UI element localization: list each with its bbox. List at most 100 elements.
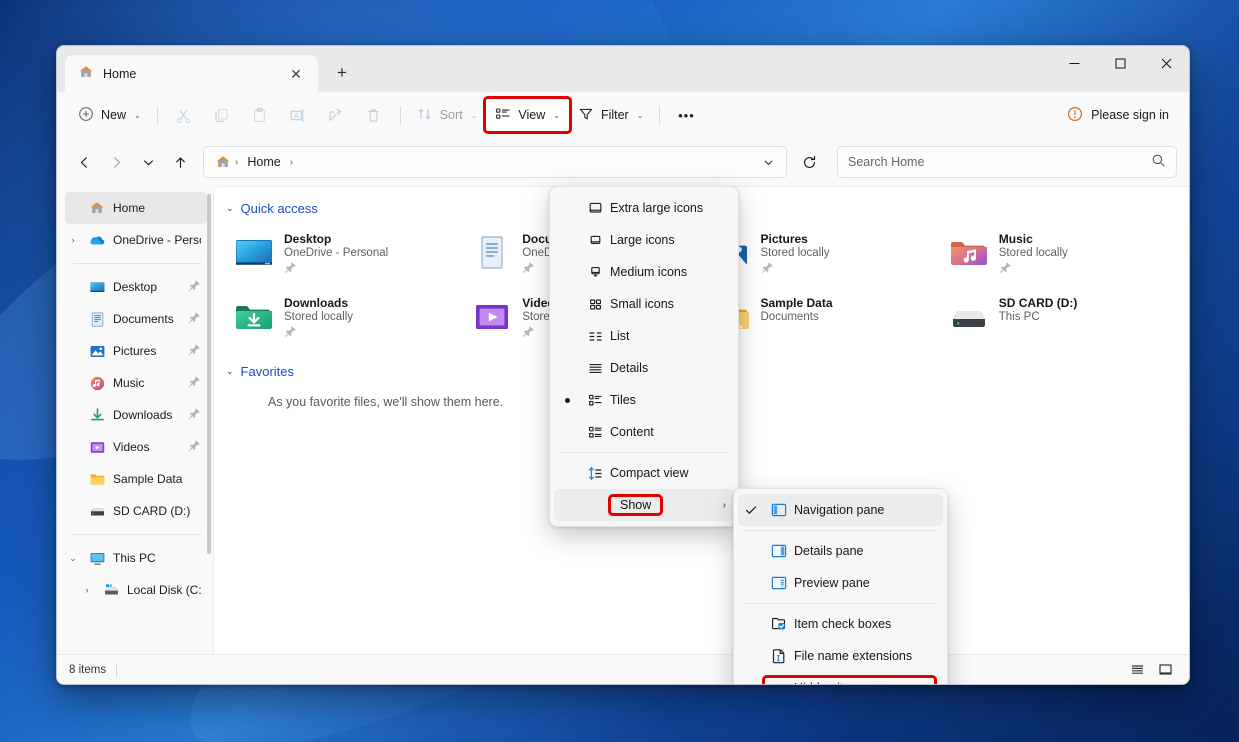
sidebar-item-documents[interactable]: Documents: [65, 303, 207, 335]
show-menu-item-hidden-items[interactable]: Hidden items: [738, 672, 943, 685]
refresh-button[interactable]: [793, 146, 825, 178]
sidebar-item-this-pc[interactable]: ⌄This PC: [65, 542, 207, 574]
view-menu-item-extra-large-icons[interactable]: Extra large icons: [554, 192, 734, 224]
sidebar-scrollbar[interactable]: [207, 194, 211, 554]
file-tile[interactable]: DesktopOneDrive - Personal: [228, 224, 464, 288]
recent-locations-button[interactable]: [133, 147, 163, 177]
view-menu-item-medium-icons[interactable]: Medium icons: [554, 256, 734, 288]
view-menu-item-show[interactable]: Show›: [554, 489, 734, 521]
documents-icon: [88, 311, 106, 328]
desktop-icon: [88, 279, 106, 296]
file-tile[interactable]: DownloadsStored locally: [228, 288, 464, 352]
sidebar-item-pictures[interactable]: Pictures: [65, 335, 207, 367]
copy-button[interactable]: [203, 99, 241, 131]
videos-tile-icon: [472, 295, 512, 337]
item-check-boxes-icon: [764, 615, 794, 633]
sidebar-item-downloads[interactable]: Downloads: [65, 399, 207, 431]
chevron-icon[interactable]: ›: [65, 235, 81, 245]
list-icon: [580, 328, 610, 345]
details-icon: [580, 360, 610, 377]
close-window-button[interactable]: [1143, 46, 1189, 81]
view-menu-item-tiles[interactable]: Tiles: [554, 384, 734, 416]
sidebar-item-sample-data[interactable]: Sample Data: [65, 463, 207, 495]
show-menu-item-preview-pane[interactable]: Preview pane: [738, 567, 943, 599]
show-submenu: Navigation pane Details panePreview pane I…: [733, 488, 948, 685]
new-button-label: New: [101, 108, 126, 122]
show-menu-item-details-pane[interactable]: Details pane: [738, 535, 943, 567]
paste-button[interactable]: [241, 99, 279, 131]
address-bar[interactable]: › Home ›: [203, 146, 787, 178]
filter-button[interactable]: Filter ⌄: [569, 99, 652, 131]
sidebar-item-desktop[interactable]: Desktop: [65, 271, 207, 303]
up-button[interactable]: [165, 147, 195, 177]
tile-name: Sample Data: [761, 296, 833, 310]
tile-subtitle: This PC: [999, 311, 1078, 323]
delete-button[interactable]: [355, 99, 393, 131]
tab-home[interactable]: Home ✕: [65, 55, 318, 92]
address-bar-actions: [754, 149, 782, 175]
view-menu-item-compact-view[interactable]: Compact view: [554, 457, 734, 489]
sign-in-button[interactable]: Please sign in: [1059, 99, 1177, 131]
show-menu-item-file-name-extensions[interactable]: File name extensions: [738, 640, 943, 672]
medium-icons-icon: [580, 264, 610, 281]
title-bar: Home ✕ +: [57, 46, 1189, 92]
sort-button-label: Sort: [440, 108, 463, 122]
file-tile[interactable]: SD CARD (D:)This PC: [943, 288, 1179, 352]
show-menu-item-label: File name extensions: [794, 649, 935, 663]
view-menu-item-list[interactable]: List: [554, 320, 734, 352]
minimize-button[interactable]: [1051, 46, 1097, 81]
back-button[interactable]: [69, 147, 99, 177]
view-menu-item-content[interactable]: Content: [554, 416, 734, 448]
file-tile[interactable]: MusicStored locally: [943, 224, 1179, 288]
sort-button[interactable]: Sort ⌄: [408, 99, 487, 131]
chevron-icon[interactable]: ⌄: [65, 553, 81, 564]
filter-icon: [578, 106, 594, 125]
tile-name: Music: [999, 232, 1068, 246]
forward-button[interactable]: [101, 147, 131, 177]
sidebar-item-videos[interactable]: Videos: [65, 431, 207, 463]
tiles-icon: [580, 392, 610, 409]
sidebar-item-music[interactable]: Music: [65, 367, 207, 399]
show-menu-item-navigation-pane[interactable]: Navigation pane: [738, 494, 943, 526]
pin-icon: [188, 343, 201, 359]
breadcrumb-separator-2[interactable]: ›: [289, 157, 294, 168]
overflow-menu-button[interactable]: •••: [667, 99, 705, 131]
view-menu-item-details[interactable]: Details: [554, 352, 734, 384]
sidebar-item-sd-card-d[interactable]: SD CARD (D:): [65, 495, 207, 527]
large-icons-view-icon[interactable]: [1153, 659, 1177, 681]
tile-name: Downloads: [284, 296, 353, 310]
maximize-button[interactable]: [1097, 46, 1143, 81]
file-tile[interactable]: Sample DataDocuments: [705, 288, 941, 352]
cut-button[interactable]: [165, 99, 203, 131]
search-box[interactable]: Search Home: [837, 146, 1177, 178]
view-menu-item-label: Tiles: [610, 393, 726, 407]
new-button[interactable]: New ⌄: [69, 99, 150, 131]
tab-close-icon[interactable]: ✕: [284, 62, 308, 86]
group-title: Quick access: [241, 201, 318, 216]
sidebar-item-label: OneDrive - Perso: [113, 233, 201, 247]
pin-icon: [188, 375, 201, 391]
search-icon[interactable]: [1151, 153, 1166, 171]
new-tab-button[interactable]: +: [326, 57, 358, 89]
breadcrumb-item-home[interactable]: Home: [242, 152, 285, 172]
chevron-down-icon: ⌄: [637, 111, 644, 120]
chevron-icon[interactable]: ›: [79, 585, 95, 595]
pin-icon: [188, 311, 201, 327]
sidebar-item-onedrive-perso[interactable]: › OneDrive - Perso: [65, 224, 207, 256]
view-menu-item-large-icons[interactable]: Large icons: [554, 224, 734, 256]
sidebar-item-label: Home: [113, 201, 201, 215]
videos-icon: [88, 439, 106, 456]
file-tile[interactable]: PicturesStored locally: [705, 224, 941, 288]
sidebar-item-local-disk-c[interactable]: ›Local Disk (C:): [65, 574, 207, 606]
search-input[interactable]: Search Home: [848, 155, 1151, 169]
file-explorer-window: Home ✕ + New ⌄: [56, 45, 1190, 685]
show-menu-item-item-check-boxes[interactable]: Item check boxes: [738, 608, 943, 640]
view-button[interactable]: View ⌄: [486, 99, 569, 131]
sidebar-item-home[interactable]: Home: [65, 192, 207, 224]
share-button[interactable]: [317, 99, 355, 131]
details-view-icon[interactable]: [1125, 659, 1149, 681]
view-menu-item-small-icons[interactable]: Small icons: [554, 288, 734, 320]
rename-button[interactable]: A: [279, 99, 317, 131]
address-dropdown-button[interactable]: [754, 149, 782, 175]
onedrive-icon: [88, 232, 106, 249]
